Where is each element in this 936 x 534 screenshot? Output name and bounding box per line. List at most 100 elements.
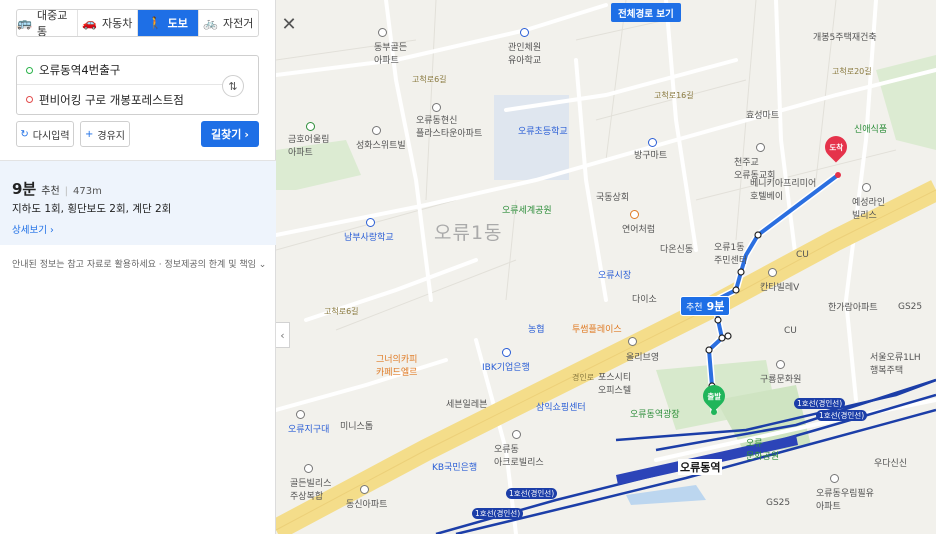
apartment-icon[interactable] [512, 430, 521, 439]
find-route-button[interactable]: 길찾기 › [201, 121, 259, 147]
school-icon[interactable] [366, 218, 375, 227]
map-label[interactable]: 한가람아파트 [828, 300, 878, 313]
map-base-layer [276, 0, 936, 534]
map-label[interactable]: 연어처럼 [622, 222, 655, 235]
map-label[interactable]: 올리브영 [626, 350, 659, 363]
tab-label: 도보 [167, 17, 188, 30]
map-label[interactable]: 구룡문화원 [760, 372, 801, 385]
find-label: 길찾기 [211, 128, 242, 141]
station-label[interactable]: 오류동역 [678, 459, 723, 475]
apartment-icon[interactable] [378, 28, 387, 37]
disclaimer-link[interactable]: 안내된 정보는 참고 자료로 활용하세요 · 정보제공의 한계 및 책임 ⌄ [12, 257, 266, 270]
bicycle-icon: 🚲 [203, 16, 219, 30]
map-label[interactable]: CU [784, 326, 797, 336]
reset-button[interactable]: ↻ 다시입력 [16, 121, 74, 147]
route-result-card[interactable]: 9분 추천 | 473m 지하도 1회, 횡단보도 2회, 계단 2회 상세보기… [0, 161, 276, 245]
tab-car[interactable]: 🚗 자동차 [78, 10, 138, 36]
map-label[interactable]: 포스시티 오피스텔 [598, 370, 631, 396]
map-label[interactable]: 골든빌리스 주상복합 [290, 476, 331, 502]
police-icon[interactable] [296, 410, 305, 419]
map-label[interactable]: 개봉5주택재건축 [813, 30, 877, 43]
refresh-icon: ↻ [20, 128, 29, 140]
map-label[interactable]: 오류동 아크로빌리스 [494, 442, 544, 468]
origin-dot-icon [26, 66, 33, 74]
map-label[interactable]: 오류시장 [598, 268, 631, 281]
map-label[interactable]: 오류동우림필유 아파트 [816, 486, 874, 512]
map-label[interactable]: 다온신동 [660, 242, 693, 255]
map-label[interactable]: 동신아파트 [346, 497, 387, 510]
details-link[interactable]: 상세보기 › [12, 222, 54, 236]
map-label[interactable]: 효성마트 [746, 108, 779, 121]
map-label[interactable]: 방구마트 [634, 148, 667, 161]
destination-value: 편비어킹 구로 개봉포레스트점 [39, 92, 184, 107]
building-icon[interactable] [768, 268, 777, 277]
apartment-icon[interactable] [360, 485, 369, 494]
map-label[interactable]: 세븐일레븐 [446, 397, 487, 410]
map-label[interactable]: 성화스위트빌 [356, 138, 406, 151]
church-icon[interactable] [756, 143, 765, 152]
tab-bicycle[interactable]: 🚲 자전거 [199, 10, 259, 36]
swap-icon[interactable]: ⇅ [222, 75, 244, 97]
map-label[interactable]: 오류초등학교 [518, 124, 568, 137]
destination-pin[interactable]: 도착 [820, 131, 852, 163]
tab-walk[interactable]: 🚶 도보 [138, 10, 199, 36]
map-label[interactable]: 동부골든 아파트 [374, 40, 407, 66]
school-icon[interactable] [520, 28, 529, 37]
map-label[interactable]: 칸타빌레V [760, 280, 799, 293]
start-pin[interactable]: 출발 [698, 380, 730, 412]
map-label[interactable]: 금호어울림 아파트 [288, 132, 329, 158]
add-waypoint-button[interactable]: + 경유지 [80, 121, 130, 147]
map-label[interactable]: 오류1동 주민센터 [714, 240, 747, 266]
map-label[interactable]: CU [796, 250, 809, 260]
apartment-icon[interactable] [432, 103, 441, 112]
shop-icon[interactable] [648, 138, 657, 147]
district-label: 오류1동 [434, 222, 503, 244]
map-label[interactable]: 베니키아프리미어 호텔베이 [750, 176, 816, 202]
map-label[interactable]: 농협 [528, 322, 545, 335]
origin-field[interactable]: 오류동역4번출구 [17, 56, 227, 85]
apartment-icon[interactable] [304, 464, 313, 473]
collapse-panel-button[interactable]: ‹ [276, 322, 290, 348]
map-label[interactable]: 우다신신 [874, 456, 907, 469]
tab-transit[interactable]: 🚌 대중교통 [17, 10, 78, 36]
apartment-icon[interactable] [830, 474, 839, 483]
road-label: 고척로6길 [324, 307, 359, 316]
map-label[interactable]: 투썸플레이스 [572, 322, 622, 335]
map-label[interactable]: 오류세계공원 [502, 203, 552, 216]
map-label[interactable]: 남부사랑학교 [344, 230, 394, 243]
apartment-icon[interactable] [372, 126, 381, 135]
road-label: 고척로20길 [832, 67, 872, 76]
map-label[interactable]: 그너의카피 카페드엘르 [376, 352, 417, 378]
map-label[interactable]: 예성라인 빌리스 [852, 195, 885, 221]
map-label[interactable]: 오류동현신 플라스타운아파트 [416, 113, 482, 139]
map-label[interactable]: GS25 [898, 302, 922, 312]
apartment-icon[interactable] [862, 183, 871, 192]
map-label[interactable]: 신애식품 [854, 122, 887, 135]
close-icon[interactable]: ✕ [278, 13, 300, 35]
route-description: 지하도 1회, 횡단보도 2회, 계단 2회 [12, 203, 172, 215]
map-label[interactable]: 국동상회 [596, 190, 629, 203]
shop-icon[interactable] [628, 337, 637, 346]
map-label[interactable]: 다이소 [632, 292, 657, 305]
restaurant-icon[interactable] [630, 210, 639, 219]
bank-icon[interactable] [502, 348, 511, 357]
full-route-button[interactable]: 전체경로 보기 [611, 3, 681, 22]
map-label[interactable]: IBK기업은행 [482, 360, 530, 373]
map-label[interactable]: 관인체원 유아학교 [508, 40, 541, 66]
park-icon[interactable] [306, 122, 315, 131]
map-label[interactable]: 서울오류1LH 행복주택 [870, 350, 921, 376]
road-label: 고척로16길 [654, 91, 694, 100]
route-time-badge[interactable]: 추천 9분 [680, 296, 731, 316]
building-icon[interactable] [776, 360, 785, 369]
map-label[interactable]: 오류동역광장 [630, 407, 680, 420]
badge-time: 9분 [706, 300, 725, 313]
map-label[interactable]: 삼익쇼핑센터 [536, 400, 586, 413]
map-label[interactable]: 오류지구대 [288, 422, 329, 435]
map-label[interactable]: 미니스톱 [340, 419, 373, 432]
map-label[interactable]: 오류 문화공원 [746, 436, 779, 462]
destination-field[interactable]: 편비어킹 구로 개봉포레스트점 [17, 85, 227, 114]
map-label[interactable]: GS25 [766, 498, 790, 508]
map-label[interactable]: KB국민은행 [432, 460, 477, 473]
start-pin-label: 출발 [707, 391, 721, 401]
map-canvas[interactable]: 전체경로 보기 오류1동 오류동역 동부골든 아파트 관인체원 유아학교 오류동… [276, 0, 936, 534]
